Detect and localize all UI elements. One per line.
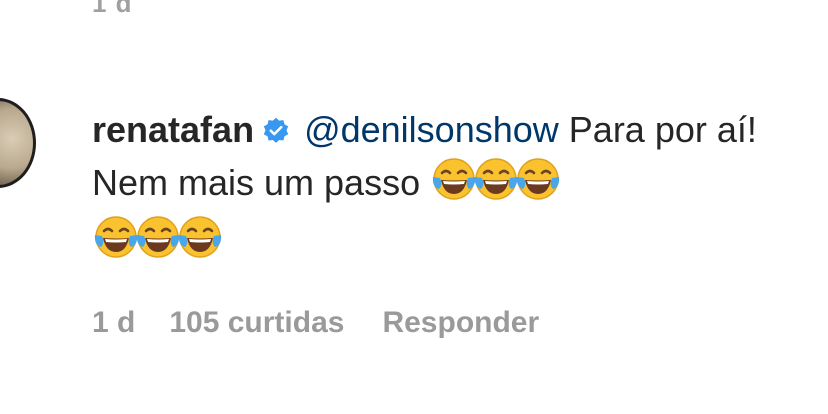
face-with-tears-of-joy-icon (134, 213, 182, 271)
comment-time[interactable]: 1 d (92, 306, 135, 339)
face-with-tears-of-joy-icon (472, 155, 520, 213)
face-with-tears-of-joy-icon (176, 213, 224, 271)
face-with-tears-of-joy-icon (92, 213, 140, 271)
face-with-tears-of-joy-icon (514, 155, 562, 213)
face-with-tears-of-joy-icon (430, 155, 478, 213)
comment-mention[interactable]: @denilsonshow (304, 109, 559, 150)
emoji-group-2 (92, 216, 224, 261)
avatar[interactable] (0, 98, 36, 188)
comment-body: renatafan @denilsonshow Para por aí! Nem … (92, 108, 792, 271)
likes-count[interactable]: 105 curtidas (169, 306, 344, 339)
emoji-group-1 (430, 158, 562, 203)
comment-username[interactable]: renatafan (92, 109, 254, 150)
previous-comment-time: 1 d (92, 0, 133, 18)
comment-thread: 1 d renatafan @denilsonshow Para por aí! … (0, 0, 828, 414)
reply-button[interactable]: Responder (382, 306, 539, 339)
verified-badge-icon (262, 111, 290, 155)
comment-meta: 1 d 105 curtidas Responder (92, 306, 577, 340)
